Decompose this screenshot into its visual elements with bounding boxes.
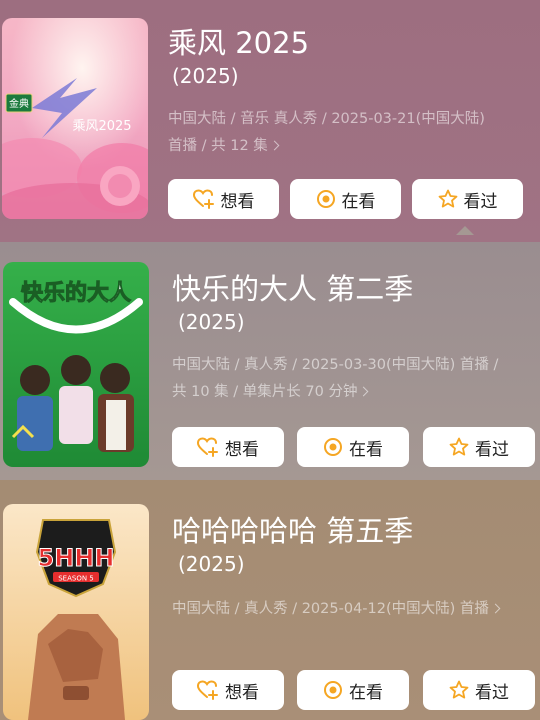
show-meta[interactable]: 中国大陆 / 真人秀 / 2025-04-12(中国大陆) 首播	[172, 596, 501, 623]
poster-title-text: 乘风2025	[72, 119, 131, 134]
heart-plus-icon	[197, 437, 218, 457]
meta-line: 中国大陆 / 真人秀 / 2025-03-30(中国大陆) 首播 /	[172, 357, 499, 373]
show-year: (2025)	[172, 64, 239, 88]
button-label: 看过	[463, 191, 498, 212]
star-icon	[449, 437, 469, 456]
poster-image[interactable]: 快乐的大人	[3, 262, 149, 467]
poster-season-text: SEASON 5	[58, 575, 94, 583]
target-circle-icon	[324, 438, 342, 456]
star-icon	[438, 189, 457, 208]
show-title[interactable]: 乘风 2025	[168, 20, 309, 62]
poster-title-text: 快乐的大人	[21, 280, 131, 306]
want-to-watch-button[interactable]: 想看	[168, 179, 279, 219]
target-circle-icon	[316, 190, 335, 208]
show-title[interactable]: 快乐的大人 第二季	[172, 266, 413, 308]
poster-title-text: 5HHH	[38, 544, 115, 572]
watched-button[interactable]: 看过	[423, 670, 535, 710]
button-label: 看过	[475, 439, 509, 460]
poster-image[interactable]: 5HHH SEASON 5	[3, 504, 149, 720]
star-icon	[449, 680, 469, 699]
target-circle-icon	[324, 681, 342, 699]
watching-button[interactable]: 在看	[297, 427, 409, 467]
show-meta[interactable]: 中国大陆 / 音乐 真人秀 / 2025-03-21(中国大陆) 首播 / 共 …	[168, 106, 485, 160]
poster-badge: 金典	[9, 97, 29, 110]
button-label: 在看	[349, 439, 383, 460]
button-label: 想看	[220, 191, 255, 212]
show-card[interactable]: 5HHH SEASON 5 哈哈哈哈哈 第五季 (2025) 中国大陆 / 真人…	[0, 480, 540, 720]
show-card[interactable]: 快乐的大人 快乐的大人 第二季 (2025) 中国大陆 / 真人秀 / 2025…	[0, 242, 540, 480]
meta-line: 中国大陆 / 真人秀 / 2025-04-12(中国大陆) 首播	[172, 601, 489, 617]
want-to-watch-button[interactable]: 想看	[172, 427, 284, 467]
heart-plus-icon	[192, 189, 214, 209]
heart-plus-icon	[197, 680, 218, 700]
button-label: 看过	[475, 682, 509, 703]
watched-button[interactable]: 看过	[423, 427, 535, 467]
meta-line: 首播 / 共 12 集	[168, 138, 268, 154]
show-meta[interactable]: 中国大陆 / 真人秀 / 2025-03-30(中国大陆) 首播 / 共 10 …	[172, 352, 498, 406]
button-label: 想看	[225, 439, 259, 460]
button-label: 在看	[341, 191, 376, 212]
show-card[interactable]: 金典 乘风2025 乘风 2025 (2025) 中国大陆 / 音乐 真人秀 /…	[0, 0, 540, 242]
meta-line: 中国大陆 / 音乐 真人秀 / 2025-03-21(中国大陆)	[168, 111, 485, 127]
want-to-watch-button[interactable]: 想看	[172, 670, 284, 710]
chevron-right-icon	[269, 140, 280, 151]
show-title[interactable]: 哈哈哈哈哈 第五季	[172, 508, 413, 550]
chevron-right-icon	[359, 386, 369, 397]
show-year: (2025)	[178, 552, 245, 576]
selection-notch	[456, 226, 474, 235]
button-label: 想看	[225, 682, 259, 703]
show-year: (2025)	[178, 310, 245, 334]
watched-button[interactable]: 看过	[412, 179, 523, 219]
button-label: 在看	[349, 682, 383, 703]
watching-button[interactable]: 在看	[290, 179, 401, 219]
poster-image[interactable]: 金典 乘风2025	[2, 18, 148, 219]
meta-line: 共 10 集 / 单集片长 70 分钟	[172, 384, 358, 400]
watching-button[interactable]: 在看	[297, 670, 409, 710]
chevron-right-icon	[490, 603, 501, 614]
